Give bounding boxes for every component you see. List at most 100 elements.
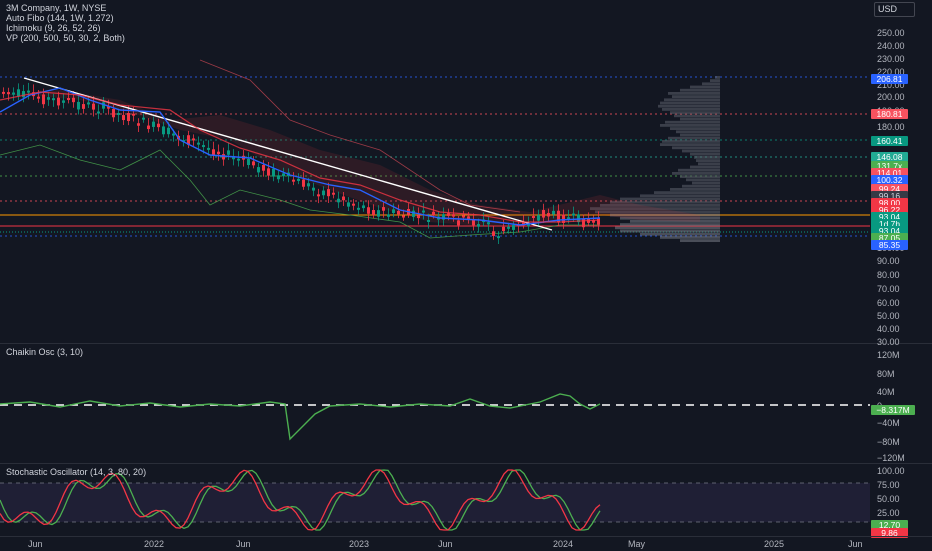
- volume-profile-bar: [668, 136, 720, 140]
- chaikin-legend[interactable]: Chaikin Osc (3, 10): [6, 347, 83, 357]
- candle: [552, 210, 555, 215]
- price-tag: 85.35: [871, 240, 908, 250]
- currency-button[interactable]: USD: [874, 2, 915, 17]
- candle: [332, 192, 335, 195]
- time-axis-label: 2025: [764, 539, 785, 549]
- price-tag: 160.41: [871, 136, 908, 146]
- candle: [2, 91, 5, 94]
- candle: [22, 91, 25, 98]
- volume-profile-bar: [715, 76, 720, 79]
- time-axis-label: Jun: [236, 539, 251, 549]
- price-tick-label: 90.00: [877, 256, 900, 266]
- candle: [117, 112, 120, 115]
- volume-profile-bar: [680, 117, 720, 121]
- volume-profile-bar: [658, 104, 720, 108]
- time-axis-label: 2023: [349, 539, 370, 549]
- volume-profile-bar: [620, 229, 720, 233]
- chaikin-value-tag: −8.317M: [871, 405, 915, 415]
- chaikin-chart[interactable]: [0, 344, 870, 463]
- price-tick-label: 60.00: [877, 298, 900, 308]
- volume-profile-bar: [660, 101, 720, 105]
- candle: [42, 94, 45, 105]
- candle: [412, 210, 415, 217]
- candle: [262, 165, 265, 171]
- stoch-pane[interactable]: Stochastic Oscillator (14, 3, 80, 20): [0, 464, 870, 536]
- candle: [172, 133, 175, 136]
- volume-profile-bar: [678, 168, 720, 172]
- volume-profile-bar: [696, 159, 720, 162]
- price-chart[interactable]: [0, 0, 870, 343]
- time-axis[interactable]: Jun 2022 Jun 2023 Jun 2024 May 2025 Jun: [0, 536, 932, 551]
- candle: [402, 215, 405, 218]
- candle: [222, 154, 225, 160]
- volume-profile-bar: [662, 140, 720, 143]
- candle: [272, 168, 275, 177]
- volume-profile-bar: [620, 197, 720, 201]
- candle: [277, 175, 280, 180]
- candle: [217, 151, 220, 155]
- candle: [227, 150, 230, 155]
- candle: [267, 168, 270, 176]
- stoch-tick-label: 100.00: [877, 466, 905, 476]
- volume-profile-bar: [694, 156, 720, 159]
- candle: [92, 103, 95, 110]
- chaikin-tick-label: 120M: [877, 350, 900, 360]
- candle: [322, 190, 325, 196]
- vp-indicator-label[interactable]: VP (200, 500, 50, 30, 2, Both): [6, 33, 125, 43]
- candle: [52, 98, 55, 101]
- price-axis[interactable]: 250.00240.00230.00220.00210.00200.00190.…: [870, 0, 932, 347]
- ichimoku-indicator-label[interactable]: Ichimoku (9, 26, 52, 26): [6, 23, 125, 33]
- volume-profile-bar: [664, 98, 720, 102]
- candle: [382, 207, 385, 211]
- candle: [202, 145, 205, 148]
- candle: [147, 125, 150, 130]
- candle: [447, 213, 450, 216]
- candle: [417, 215, 420, 219]
- candle: [347, 202, 350, 207]
- volume-profile-bar: [710, 79, 720, 82]
- chaikin-axis[interactable]: 120M80M40M0−40M−80M−120M−8.317M: [870, 344, 932, 463]
- candle: [197, 142, 200, 145]
- candle: [252, 161, 255, 166]
- price-pane[interactable]: 3M Company, 1W, NYSE Auto Fibo (144, 1W,…: [0, 0, 870, 343]
- candle: [152, 121, 155, 127]
- price-tick-label: 200.00: [877, 92, 905, 102]
- candle: [127, 113, 130, 122]
- chaikin-pane[interactable]: Chaikin Osc (3, 10): [0, 344, 870, 463]
- candle: [62, 100, 65, 103]
- candle: [467, 216, 470, 219]
- candle: [582, 218, 585, 228]
- symbol-title[interactable]: 3M Company, 1W, NYSE: [6, 3, 125, 13]
- volume-profile-bar: [665, 120, 720, 124]
- stoch-tick-label: 75.00: [877, 480, 900, 490]
- candle: [572, 213, 575, 216]
- time-axis-label: Jun: [848, 539, 863, 549]
- price-tick-label: 40.00: [877, 324, 900, 334]
- candle: [47, 97, 50, 100]
- volume-profile-bar: [668, 92, 720, 95]
- candle: [597, 218, 600, 225]
- volume-profile-bar: [672, 146, 720, 150]
- stoch-tick-label: 50.00: [877, 494, 900, 504]
- stoch-axis[interactable]: 100.00 75.00 50.00 25.00 12.70 9.86: [870, 464, 932, 538]
- candle: [142, 117, 145, 120]
- volume-profile-bar: [682, 184, 720, 188]
- volume-profile-bar: [670, 127, 720, 130]
- chaikin-line: [0, 393, 601, 441]
- candle: [237, 158, 240, 161]
- candle: [97, 111, 100, 114]
- fibo-indicator-label[interactable]: Auto Fibo (144, 1W, 1.272): [6, 13, 125, 23]
- candle: [132, 113, 135, 116]
- volume-profile-bar: [620, 223, 720, 226]
- candle: [392, 209, 395, 214]
- candle: [397, 210, 400, 215]
- candle: [542, 210, 545, 218]
- volume-profile-bar: [680, 133, 720, 137]
- chaikin-tick-label: −120M: [877, 453, 905, 463]
- price-tick-label: 250.00: [877, 28, 905, 38]
- volume-profile-bar: [680, 239, 720, 242]
- candle: [532, 216, 535, 219]
- candle: [17, 89, 20, 97]
- candle: [292, 179, 295, 182]
- stoch-legend[interactable]: Stochastic Oscillator (14, 3, 80, 20): [6, 467, 146, 477]
